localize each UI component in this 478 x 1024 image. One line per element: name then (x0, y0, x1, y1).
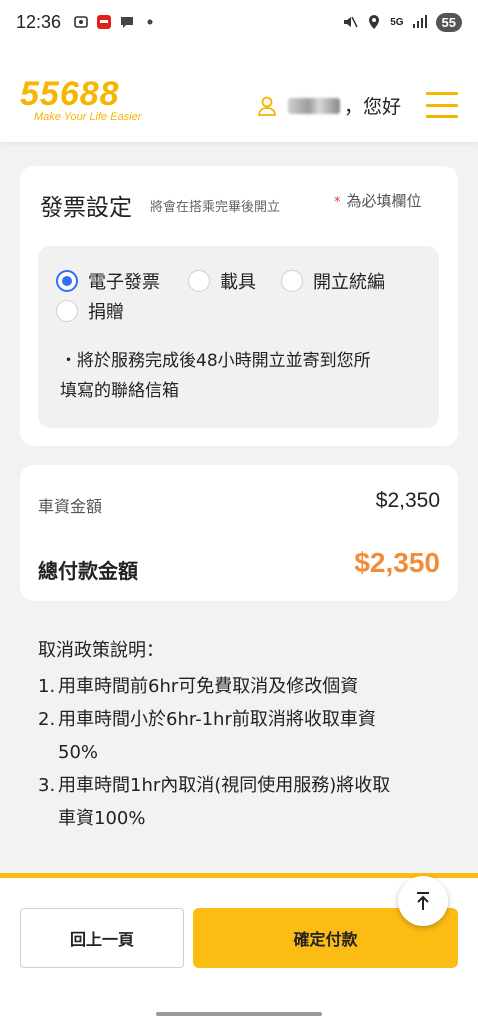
mute-icon (344, 16, 358, 28)
radio-label: 開立統編 (313, 272, 385, 293)
radio-carrier[interactable]: 載具 (188, 268, 256, 294)
dot-icon (147, 19, 153, 25)
radio-e-invoice[interactable]: 電子發票 (56, 268, 160, 294)
status-right-icons: 5G 55 (342, 12, 462, 32)
fare-value: $2,350 (375, 489, 440, 512)
policy-item-text: 用車時間前6hr可免費取消及修改個資 (58, 676, 359, 697)
user-name-redacted (288, 97, 340, 114)
invoice-settings-card: 發票設定 將會在搭乘完畢後開立 * 為必填欄位 電子發票 載具 開立統編 捐贈 ・… (20, 166, 458, 446)
back-button[interactable]: 回上一頁 (20, 908, 184, 968)
policy-item-text: 用車時間小於6hr-1hr前取消將收取車資 (58, 709, 376, 730)
user-icon (258, 96, 276, 116)
radio-button[interactable] (281, 270, 303, 292)
total-label: 總付款金額 (38, 559, 138, 583)
network-type: 5G (390, 16, 404, 28)
radio-button[interactable] (188, 270, 210, 292)
battery-indicator: 55 (435, 12, 462, 32)
invoice-note-line2: 填寫的聯絡信箱 (60, 381, 179, 401)
policy-item-text: 用車時間1hr內取消(視同使用服務)將收取 (58, 775, 391, 796)
policy-item-text: 50% (58, 742, 99, 763)
cancellation-policy: 取消政策說明： 1. 用車時間前6hr可免費取消及修改個資 2. 用車時間小於6… (38, 636, 448, 835)
location-icon (369, 15, 380, 29)
logo-tagline: Make Your Life Easier (34, 111, 142, 123)
policy-item-number: 3. (38, 775, 56, 796)
site-header: 55688 Make Your Life Easier ，您好 (0, 44, 478, 142)
invoice-note: ・將於服務完成後48小時開立並寄到您所 填寫的聯絡信箱 (60, 346, 425, 406)
radio-donate[interactable]: 捐贈 (56, 298, 124, 324)
user-greeting: ，您好 (344, 96, 402, 118)
invoice-note-line1: ・將於服務完成後48小時開立並寄到您所 (60, 351, 371, 371)
status-time: 12:36 (16, 11, 62, 32)
user-account[interactable]: ，您好 (256, 92, 401, 119)
policy-item-number: 1. (38, 676, 56, 697)
invoice-subtitle: 將會在搭乘完畢後開立 (150, 200, 281, 215)
status-bar: 12:36 5G 55 (0, 0, 478, 44)
policy-title: 取消政策說明： (38, 640, 164, 661)
policy-item-continued: 50% (38, 736, 448, 769)
signal-icon (412, 15, 427, 28)
logo-text: 55688 (20, 75, 120, 113)
required-note-text: 為必填欄位 (346, 192, 422, 210)
app-notification-icon (97, 15, 112, 29)
total-value: $2,350 (354, 547, 440, 578)
arrow-up-to-top-icon (417, 892, 429, 910)
hamburger-menu-icon[interactable] (426, 92, 458, 118)
invoice-title: 發票設定 (40, 195, 132, 221)
radio-button[interactable] (56, 300, 78, 322)
price-summary-card: 車資金額 $2,350 總付款金額 $2,350 (20, 465, 458, 601)
radio-label: 捐贈 (88, 302, 124, 323)
policy-item: 1. 用車時間前6hr可免費取消及修改個資 (38, 670, 448, 703)
required-note: * 為必填欄位 (334, 190, 422, 211)
radio-label: 載具 (220, 272, 256, 293)
screenshot-icon (74, 16, 88, 28)
scroll-to-top-button[interactable] (398, 876, 448, 926)
invoice-options-panel: 電子發票 載具 開立統編 捐贈 ・將於服務完成後48小時開立並寄到您所 填寫的聯… (38, 246, 439, 428)
home-indicator[interactable] (156, 1012, 322, 1016)
policy-item-text: 車資100% (58, 808, 146, 829)
policy-item: 2. 用車時間小於6hr-1hr前取消將收取車資 (38, 703, 448, 736)
fare-label: 車資金額 (38, 497, 103, 516)
policy-item-continued: 車資100% (38, 802, 448, 835)
policy-item: 3. 用車時間1hr內取消(視同使用服務)將收取 (38, 769, 448, 802)
status-left-icons (73, 14, 158, 30)
chat-icon (121, 17, 134, 28)
policy-item-number: 2. (38, 709, 56, 730)
brand-logo[interactable]: 55688 Make Your Life Easier (20, 75, 142, 123)
radio-label: 電子發票 (88, 272, 160, 293)
radio-button-checked[interactable] (56, 270, 78, 292)
required-star: * (334, 195, 341, 210)
radio-tax-id[interactable]: 開立統編 (281, 268, 385, 294)
